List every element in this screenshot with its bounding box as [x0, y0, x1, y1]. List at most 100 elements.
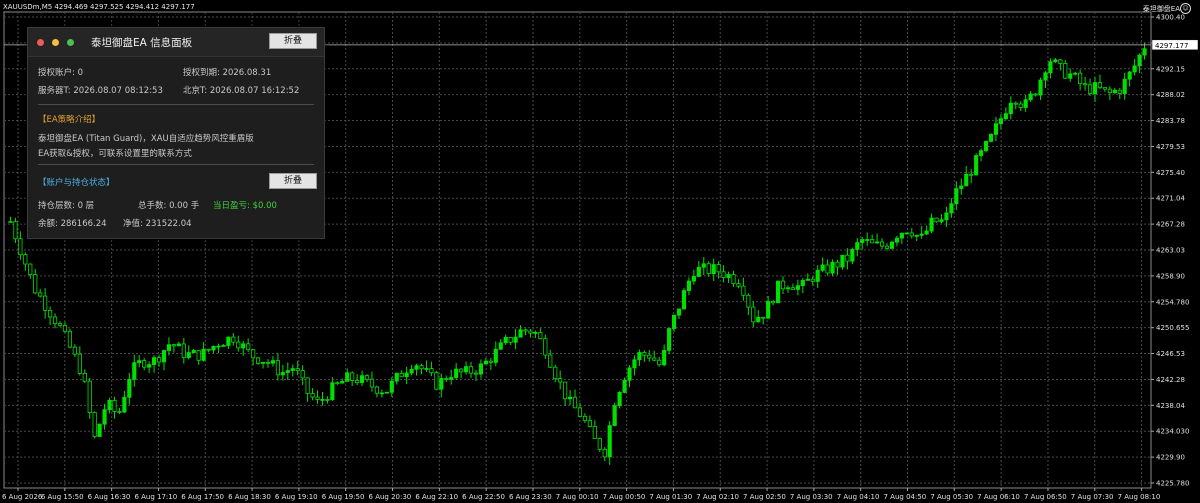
candle-body: [612, 405, 617, 426]
price-axis-label: 4279.53: [1156, 143, 1185, 151]
candle-body: [107, 399, 112, 411]
candle-body: [419, 365, 424, 370]
candle-body: [706, 263, 711, 274]
time-axis-label: 7 Aug 06:50: [1024, 493, 1067, 501]
candle-body: [934, 217, 939, 223]
candle-body: [1003, 113, 1008, 120]
candle-body: [567, 396, 573, 400]
candle-body: [1053, 59, 1058, 63]
candle-body: [771, 301, 776, 304]
candle-body: [1087, 84, 1093, 95]
candle-body: [875, 241, 880, 244]
symbol-info: XAUUSDm,M5 4294.469 4297.525 4294.412 42…: [3, 3, 195, 11]
candle-body: [285, 370, 290, 373]
price-axis-label: 4234.030: [1156, 428, 1189, 436]
price-axis-label: 4292.15: [1156, 65, 1185, 73]
panel-header[interactable]: 泰坦御盘EA 信息面板 折叠: [28, 28, 324, 57]
candle-body: [360, 375, 365, 383]
candle-body: [1083, 83, 1088, 86]
candle-body: [429, 368, 434, 374]
account-section-title: 【账户与持仓状态】: [38, 178, 115, 188]
candle-body: [295, 368, 300, 371]
candle-body: [533, 331, 538, 334]
candle-body: [176, 343, 181, 347]
candle-body: [691, 276, 696, 282]
candle-body: [954, 188, 959, 205]
candle-body: [840, 254, 845, 268]
price-axis-label: 4288.02: [1156, 91, 1185, 99]
candle-body: [399, 372, 404, 378]
candle-body: [577, 407, 583, 417]
today-profit: 当日盈亏: $0.00: [213, 201, 277, 211]
close-dot-icon[interactable]: [37, 39, 44, 46]
candle-body: [518, 329, 523, 338]
candle-body: [1097, 82, 1103, 89]
maximize-dot-icon[interactable]: [67, 39, 74, 46]
price-axis-label: 4267.28: [1156, 221, 1185, 229]
candle-body: [1112, 89, 1117, 94]
candle-body: [52, 316, 58, 324]
time-axis-label: 7 Aug 05:30: [930, 493, 973, 501]
panel-title: 泰坦御盘EA 信息面板: [91, 37, 193, 49]
candle-body: [1018, 103, 1023, 108]
candle-body: [761, 316, 766, 319]
candle-body: [18, 238, 23, 256]
ea-smile-icon[interactable]: ☺: [1180, 3, 1191, 14]
candle-body: [657, 359, 662, 366]
price-axis-label: 4242.28: [1156, 376, 1185, 384]
candle-body: [503, 337, 508, 344]
equity: 净值: 231522.04: [123, 219, 192, 229]
candle-body: [454, 368, 459, 378]
candle-body: [33, 274, 38, 294]
candle-body: [572, 396, 578, 409]
candle-body: [647, 354, 652, 359]
candle-body: [820, 264, 825, 271]
candle-body: [790, 287, 795, 290]
collapse-account-button[interactable]: 折叠: [269, 173, 317, 189]
time-axis-label: 6 Aug 18:30: [228, 493, 271, 501]
candle-body: [919, 233, 924, 236]
divider: [38, 104, 314, 105]
divider: [38, 164, 314, 165]
candle-body: [929, 217, 934, 232]
candle-body: [731, 274, 736, 285]
candle-body: [335, 382, 340, 385]
candle-body: [305, 377, 310, 394]
time-axis-label: 7 Aug 08:10: [1118, 493, 1161, 501]
candle-body: [523, 329, 528, 332]
candle-body: [1102, 87, 1107, 90]
candle-body: [766, 301, 771, 319]
time-axis-label: 7 Aug 02:50: [743, 493, 786, 501]
candle-body: [226, 336, 231, 346]
candle-body: [1038, 79, 1043, 96]
minimize-dot-icon[interactable]: [52, 39, 59, 46]
candle-body: [1008, 102, 1013, 115]
candle-body: [701, 263, 706, 268]
candle-body: [350, 372, 355, 381]
candle-body: [156, 357, 162, 363]
candle-body: [850, 248, 855, 262]
candle-body: [1033, 93, 1038, 96]
current-price-label: 4297.177: [1155, 42, 1188, 50]
candle-body: [627, 367, 632, 381]
candle-body: [439, 378, 444, 390]
candle-body: [879, 241, 885, 247]
candle-body: [696, 266, 701, 277]
candle-body: [82, 372, 87, 382]
candle-body: [632, 359, 637, 369]
candle-body: [310, 393, 315, 398]
collapse-panel-button[interactable]: 折叠: [269, 33, 317, 49]
candle-body: [825, 264, 830, 274]
candle-body: [459, 368, 464, 373]
candle-body: [969, 173, 974, 176]
candle-body: [468, 366, 474, 374]
candle-body: [315, 396, 320, 400]
candle-body: [330, 382, 335, 401]
candle-body: [845, 254, 850, 262]
candle-body: [1142, 48, 1147, 56]
candle-body: [949, 203, 954, 214]
candle-body: [988, 133, 994, 142]
candle-body: [508, 337, 513, 343]
candle-body: [122, 396, 127, 413]
candle-body: [1023, 99, 1028, 108]
